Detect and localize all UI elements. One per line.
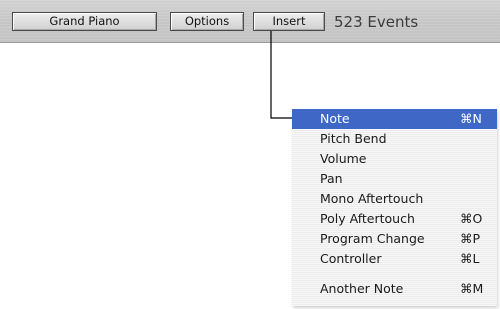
menu-item-pan[interactable]: Pan [292,169,497,189]
menu-item-label: Controller [320,251,382,266]
event-list-toolbar: Grand Piano Options Insert 523 Events [0,0,500,43]
menu-item-shortcut: ⌘M [460,281,484,296]
menu-item-poly-aftertouch[interactable]: Poly Aftertouch ⌘O [292,209,497,229]
insert-button[interactable]: Insert [253,12,325,31]
menu-item-label: Poly Aftertouch [320,211,415,226]
menu-item-label: Volume [320,151,367,166]
insert-menu: Note ⌘N Pitch Bend Volume Pan Mono After… [292,109,497,306]
menu-item-label: Pan [320,171,343,186]
menu-item-pitch-bend[interactable]: Pitch Bend [292,129,497,149]
menu-item-note[interactable]: Note ⌘N [292,109,497,129]
callout-leader [270,31,296,119]
menu-item-controller[interactable]: Controller ⌘L [292,249,497,269]
options-button[interactable]: Options [170,12,244,31]
menu-item-label: Note [320,111,350,126]
screenshot-canvas: Grand Piano Options Insert 523 Events No… [0,0,500,309]
instrument-button[interactable]: Grand Piano [12,12,157,31]
menu-item-another-note[interactable]: Another Note ⌘M [292,279,497,299]
menu-item-label: Pitch Bend [320,131,387,146]
menu-item-shortcut: ⌘L [460,251,480,266]
menu-item-volume[interactable]: Volume [292,149,497,169]
menu-item-label: Mono Aftertouch [320,191,424,206]
menu-item-shortcut: ⌘N [460,111,482,126]
menu-item-shortcut: ⌘O [460,211,483,226]
menu-item-label: Another Note [320,281,404,296]
menu-item-mono-aftertouch[interactable]: Mono Aftertouch [292,189,497,209]
event-count-label: 523 Events [334,13,419,31]
menu-item-label: Program Change [320,231,425,246]
menu-item-program-change[interactable]: Program Change ⌘P [292,229,497,249]
menu-item-shortcut: ⌘P [460,231,481,246]
